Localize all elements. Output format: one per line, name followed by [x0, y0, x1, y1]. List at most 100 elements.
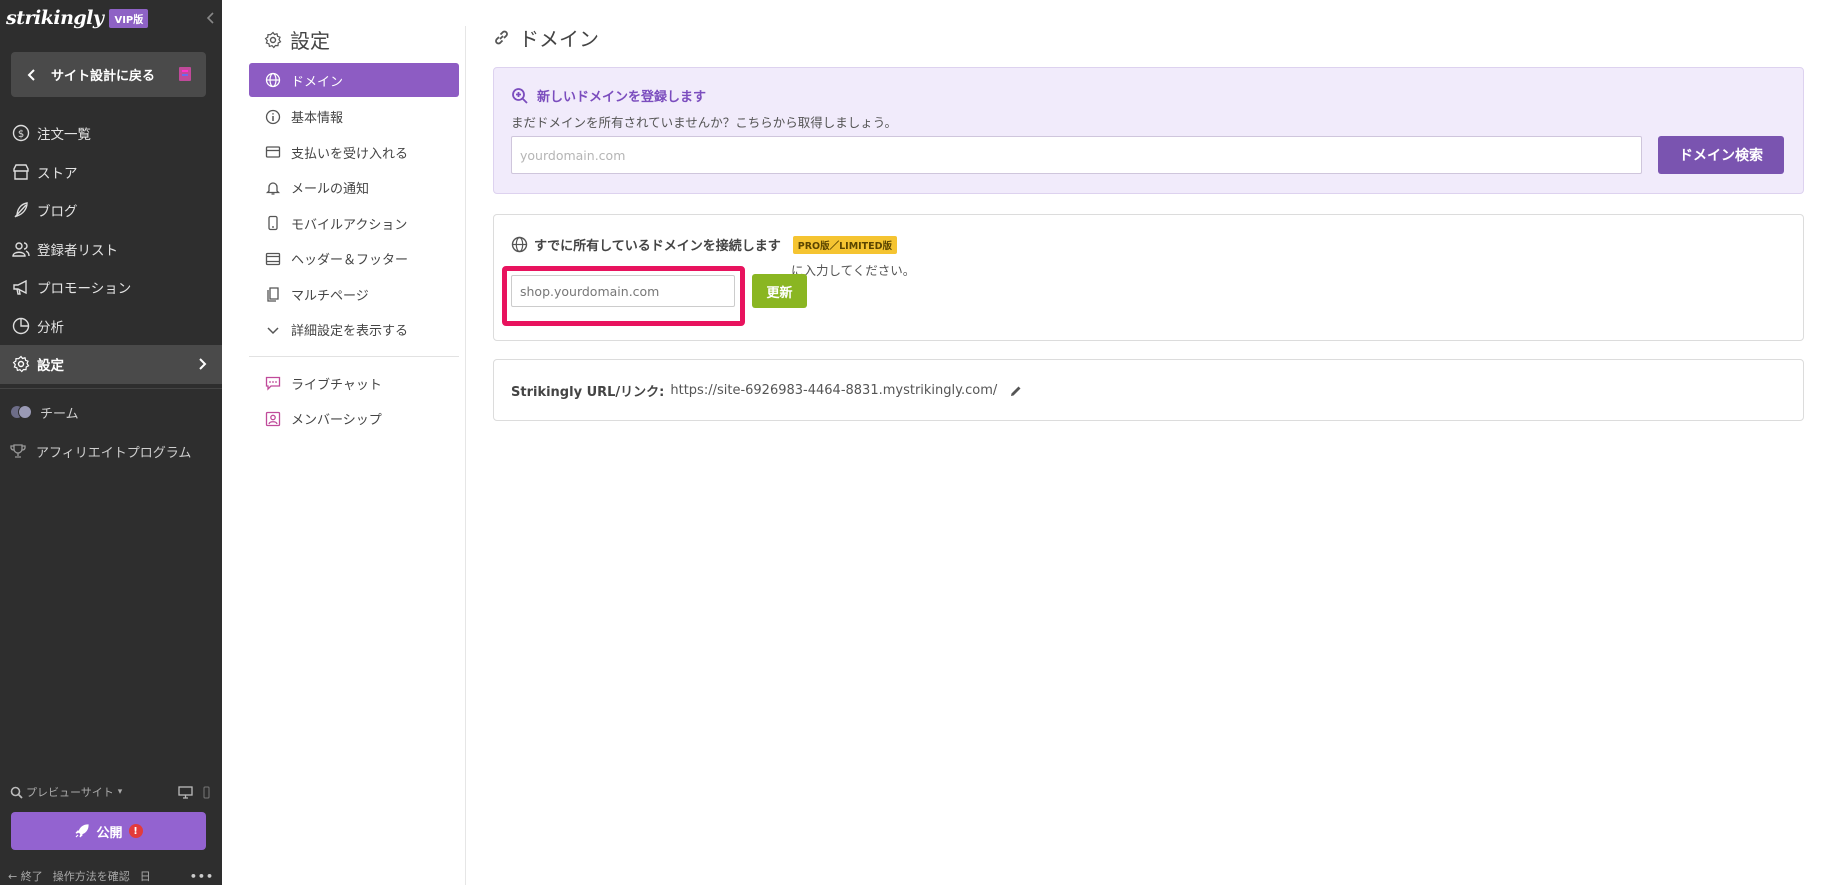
desktop-icon[interactable] [178, 785, 193, 799]
settings-item-header-footer[interactable]: ヘッダー＆フッター [249, 241, 459, 277]
page-title: ドメイン [492, 23, 599, 52]
exit-link[interactable]: ← 終了 [8, 868, 43, 884]
sidebar-item-orders[interactable]: $ 注文一覧 [0, 114, 222, 153]
publish-alert-badge: ! [128, 824, 143, 838]
chevron-right-icon [199, 358, 207, 370]
sidebar-item-analytics[interactable]: 分析 [0, 307, 222, 346]
sidebar-nav: $ 注文一覧 ストア ブログ 登録者リスト プロモーション 分析 設定 チーム … [0, 114, 222, 471]
gear-icon [264, 31, 282, 48]
sidebar-item-store[interactable]: ストア [0, 153, 222, 192]
settings-item-label: ドメイン [291, 74, 344, 90]
device-toggle [178, 785, 210, 799]
settings-item-live-chat[interactable]: ライブチャット [249, 366, 459, 402]
site-url-value: https://site-6926983-4464-8831.mystrikin… [670, 383, 998, 398]
info-icon [265, 109, 281, 124]
pages-icon [267, 287, 279, 302]
mobile-icon [268, 216, 278, 231]
settings-item-label: 詳細設定を表示する [291, 324, 409, 340]
domain-settings-panel: ドメイン 新しいドメインを登録します まだドメインを所有されていませんか？こちら… [466, 0, 1837, 885]
settings-item-advanced[interactable]: 詳細設定を表示する [249, 312, 459, 348]
chevron-down-icon [267, 327, 279, 334]
settings-item-email-notifications[interactable]: メールの通知 [249, 170, 459, 206]
back-to-editor-button[interactable]: サイト設計に戻る [11, 52, 206, 97]
preview-site-row: プレビューサイト ▾ [10, 782, 212, 802]
settings-item-mobile-actions[interactable]: モバイルアクション [249, 206, 459, 242]
rocket-icon [76, 824, 90, 838]
settings-title-text: 設定 [290, 29, 330, 53]
vip-badge: VIP版 [109, 8, 149, 28]
site-url-row: Strikingly URL/リンク: https://site-6926983… [511, 381, 1023, 400]
back-to-editor-label: サイト設計に戻る [51, 69, 156, 84]
sidebar-item-team[interactable]: チーム [0, 393, 222, 432]
sidebar-item-subscribers[interactable]: 登録者リスト [0, 230, 222, 269]
site-url-card: Strikingly URL/リンク: https://site-6926983… [493, 359, 1804, 421]
sidebar-item-label: 登録者リスト [37, 242, 118, 259]
register-domain-card: 新しいドメインを登録します まだドメインを所有されていませんか？こちらから取得し… [493, 67, 1804, 194]
settings-item-multipage[interactable]: マルチページ [249, 277, 459, 313]
publish-button[interactable]: 公開 ! [11, 812, 206, 850]
megaphone-icon [13, 280, 27, 295]
dollar-circle-icon: $ [12, 125, 30, 142]
domain-search-button[interactable]: ドメイン検索 [1658, 136, 1784, 174]
chat-icon [265, 377, 281, 391]
settings-item-label: 支払いを受け入れる [291, 146, 409, 162]
sidebar-item-label: ストア [37, 165, 78, 182]
team-avatars-icon [10, 404, 34, 420]
settings-item-basic-info[interactable]: 基本情報 [249, 99, 459, 135]
users-icon [12, 242, 30, 257]
sidebar-item-label: 分析 [37, 319, 64, 336]
more-options-icon[interactable]: ••• [190, 870, 214, 883]
settings-item-domain[interactable]: ドメイン [249, 63, 459, 97]
register-domain-title-text: 新しいドメインを登録します [537, 90, 707, 105]
plan-badge: PRO版／LIMITED版 [792, 235, 898, 254]
sidebar-item-label: ブログ [37, 204, 78, 221]
sidebar-item-label: チーム [40, 406, 79, 422]
pie-chart-icon [12, 317, 30, 334]
settings-item-payments[interactable]: 支払いを受け入れる [249, 135, 459, 171]
brand-logo: strikingly [6, 7, 104, 29]
pencil-icon[interactable] [1009, 384, 1023, 398]
sidebar-item-label: 注文一覧 [37, 127, 91, 144]
preview-site-dropdown[interactable]: プレビューサイト [26, 784, 114, 800]
settings-item-label: ヘッダー＆フッター [291, 253, 409, 269]
left-sidebar: strikingly VIP版 サイト設計に戻る $ 注文一覧 ストア ブログ [0, 0, 222, 885]
domain-search-input[interactable] [511, 136, 1642, 174]
update-domain-button[interactable]: 更新 [752, 274, 807, 308]
chevron-left-icon [27, 68, 35, 81]
sidebar-item-label: プロモーション [37, 281, 132, 298]
language-switch[interactable]: 日 [140, 868, 151, 884]
connect-domain-title: すでに所有しているドメインを接続します PRO版／LIMITED版 [511, 235, 898, 254]
sidebar-item-affiliate[interactable]: アフィリエイトプログラム [0, 432, 222, 471]
mobile-preview-icon[interactable] [203, 786, 210, 799]
connect-domain-title-text: すでに所有しているドメインを接続します [534, 239, 781, 254]
sidebar-divider [0, 387, 222, 389]
caret-down-icon: ▾ [117, 787, 123, 797]
trophy-icon [10, 444, 26, 458]
settings-menu: ドメイン 基本情報 支払いを受け入れる メールの通知 モバイルアクション ヘッダ… [249, 63, 459, 437]
bell-icon [265, 182, 281, 195]
collapse-sidebar-icon[interactable] [204, 10, 218, 26]
sidebar-footer: ← 終了 操作方法を確認 日 ••• [8, 868, 214, 884]
sidebar-item-settings[interactable]: 設定 [0, 345, 222, 384]
brand: strikingly VIP版 [6, 6, 149, 30]
link-icon [495, 30, 508, 45]
sidebar-item-label: 設定 [37, 358, 64, 375]
settings-item-label: モバイルアクション [291, 217, 408, 233]
settings-title: 設定 [264, 25, 330, 54]
settings-item-label: マルチページ [291, 288, 369, 304]
exit-label: 終了 [20, 870, 43, 883]
connect-domain-card: すでに所有しているドメインを接続します PRO版／LIMITED版 に入力してく… [493, 214, 1804, 341]
globe-icon [511, 236, 528, 253]
member-icon [265, 411, 281, 426]
app-root: strikingly VIP版 サイト設計に戻る $ 注文一覧 ストア ブログ [0, 0, 1837, 885]
help-link[interactable]: 操作方法を確認 [53, 868, 130, 884]
custom-domain-input[interactable] [511, 275, 735, 307]
settings-column: 設定 ドメイン 基本情報 支払いを受け入れる メールの通知 モバイルアクション [222, 0, 465, 885]
settings-item-membership[interactable]: メンバーシップ [249, 401, 459, 437]
sidebar-item-blog[interactable]: ブログ [0, 191, 222, 230]
gear-icon [12, 355, 30, 373]
svg-text:$: $ [18, 129, 24, 140]
search-icon [10, 786, 23, 799]
sidebar-item-promotion[interactable]: プロモーション [0, 268, 222, 307]
settings-item-label: ライブチャット [291, 377, 382, 393]
